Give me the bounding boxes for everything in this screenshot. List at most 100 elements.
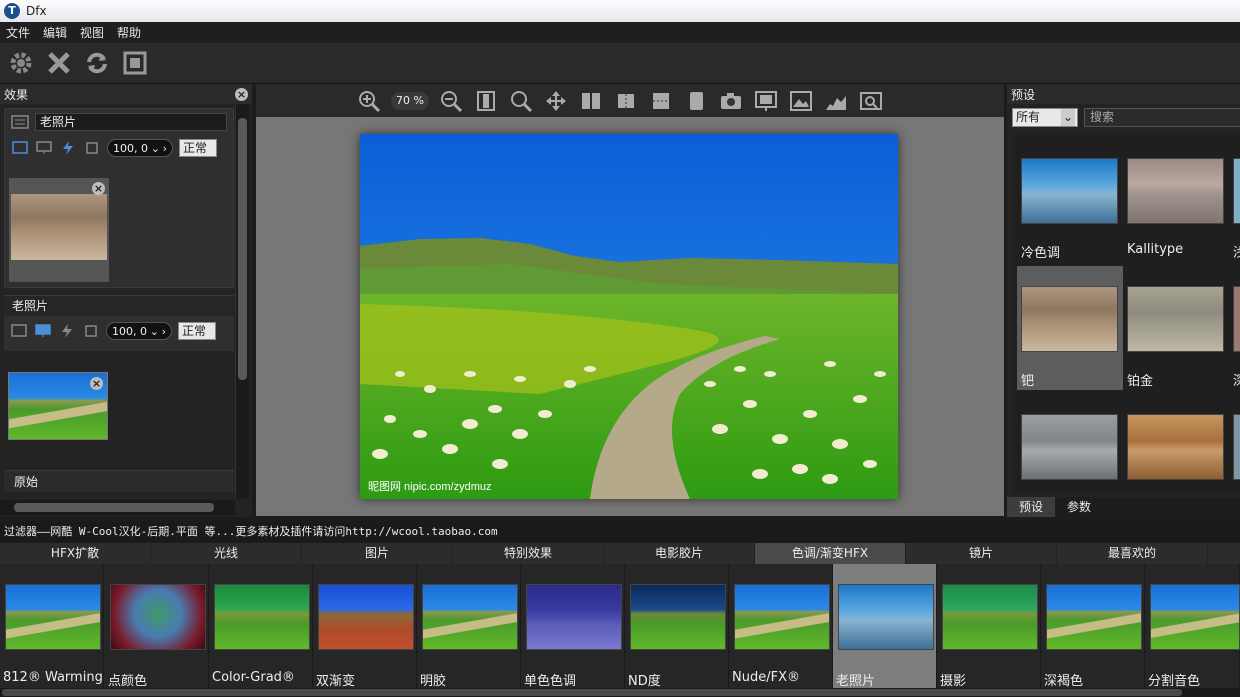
canvas-area[interactable]: 昵图网 nipic.com/zydmuz xyxy=(256,117,1004,516)
menu-view[interactable]: 视图 xyxy=(80,24,104,41)
preset-palladium[interactable]: 钯 xyxy=(1017,266,1123,390)
preview-monitor-icon[interactable] xyxy=(753,89,779,113)
remove-layer-icon[interactable]: × xyxy=(90,377,103,390)
filter-label: Nude/FX® xyxy=(732,670,800,685)
layer-1-name[interactable]: 老照片 xyxy=(35,113,227,131)
presets-panel-title: 预设 xyxy=(1011,87,1036,102)
lightning-icon[interactable] xyxy=(59,140,77,156)
preset-search-input[interactable]: 搜索 xyxy=(1084,108,1240,127)
preset-label: 铂金 xyxy=(1127,374,1154,389)
filter-label: 双渐变 xyxy=(316,674,356,689)
filter-old-photo[interactable]: 老照片 xyxy=(833,564,937,689)
filter-color-grad[interactable]: Color-Grad® xyxy=(209,564,313,688)
blend-mode-select[interactable]: 正常 xyxy=(178,322,216,340)
layer-2-thumbnail[interactable]: × xyxy=(8,372,108,440)
zoom-in-icon[interactable] xyxy=(356,89,382,113)
opacity-spinner[interactable]: 100, 0 ⌄ › xyxy=(106,322,172,340)
presets-panel: 预设 所有 ⌄ 搜索 冷色调 Kallitype 浅 钯 铂金 深 xyxy=(1007,84,1240,497)
zoom-level[interactable]: 70 % xyxy=(391,91,429,110)
delete-x-icon[interactable] xyxy=(44,48,74,78)
tab-favorites[interactable]: 最喜欢的 xyxy=(1057,543,1208,564)
opacity-spinner[interactable]: 100, 0 ⌄ › xyxy=(107,139,173,157)
preset-pale-2[interactable] xyxy=(1229,394,1240,494)
title-bar: T Dfx xyxy=(0,0,1240,22)
split-vertical-icon[interactable] xyxy=(613,89,639,113)
camera-icon[interactable] xyxy=(718,89,744,113)
app-logo-icon: T xyxy=(4,3,20,19)
filter-category-tabs: HFX扩散 光线 图片 特别效果 电影胶片 色调/渐变HFX 镜片 最喜欢的 xyxy=(0,543,1240,564)
filter-mono-tone[interactable]: 单色色调 xyxy=(521,564,625,689)
preset-gray[interactable] xyxy=(1017,394,1123,494)
filter-dual-gradient[interactable]: 双渐变 xyxy=(313,564,417,689)
menu-edit[interactable]: 编辑 xyxy=(43,24,67,41)
remove-layer-icon[interactable]: × xyxy=(92,182,105,195)
crop-icon[interactable] xyxy=(83,140,101,156)
tab-lens[interactable]: 镜片 xyxy=(906,543,1057,564)
preset-dark[interactable]: 深 xyxy=(1229,266,1240,390)
image-watermark: 昵图网 nipic.com/zydmuz xyxy=(368,480,491,493)
settings-gear-icon[interactable] xyxy=(6,48,36,78)
layer-1-thumbnail[interactable]: × xyxy=(9,178,109,282)
filter-warming[interactable]: 812® Warming xyxy=(0,564,104,688)
effects-hscrollbar[interactable] xyxy=(0,500,235,515)
preset-kallitype[interactable]: Kallitype xyxy=(1123,138,1229,262)
menu-help[interactable]: 帮助 xyxy=(117,24,141,41)
brush-mask-icon[interactable] xyxy=(11,140,29,156)
original-layer[interactable]: 原始 xyxy=(4,470,234,492)
zoom-out-icon[interactable] xyxy=(438,89,464,113)
pan-move-icon[interactable] xyxy=(543,89,569,113)
filter-sepia[interactable]: 深褐色 xyxy=(1041,564,1145,689)
tab-film[interactable]: 电影胶片 xyxy=(604,543,755,564)
status-text: 过滤器——网酷 W-Cool汉化-后期.平面 等...更多素材及插件请访问htt… xyxy=(0,522,1240,542)
split-horizontal-icon[interactable] xyxy=(648,89,674,113)
filter-gelatin[interactable]: 明胶 xyxy=(417,564,521,689)
blend-mode-select[interactable]: 正常 xyxy=(179,139,217,157)
tab-special-effects[interactable]: 特别效果 xyxy=(453,543,604,564)
preset-filter-value: 所有 xyxy=(1016,110,1041,124)
magnifier-icon[interactable] xyxy=(508,89,534,113)
refresh-icon[interactable] xyxy=(82,48,112,78)
filter-spot-color[interactable]: 点颜色 xyxy=(105,564,209,689)
monitor-icon[interactable] xyxy=(35,140,53,156)
tab-presets[interactable]: 预设 xyxy=(1007,497,1056,517)
filter-split-tone[interactable]: 分割音色 xyxy=(1145,564,1240,689)
filter-strip-scrollbar[interactable] xyxy=(0,688,1240,697)
filter-nude-fx[interactable]: Nude/FX® xyxy=(729,564,833,688)
preset-pale[interactable]: 浅 xyxy=(1229,138,1240,262)
menu-file[interactable]: 文件 xyxy=(6,24,30,41)
preset-search-placeholder: 搜索 xyxy=(1090,110,1115,124)
presets-tabs: 预设 参数 xyxy=(1007,497,1240,517)
layer-menu-icon[interactable] xyxy=(11,114,29,130)
preset-label: 深 xyxy=(1233,374,1240,389)
brush-mask-icon[interactable] xyxy=(10,323,28,339)
split-view-icon[interactable] xyxy=(578,89,604,113)
tab-hfx-diffusion[interactable]: HFX扩散 xyxy=(0,543,151,564)
histogram-icon[interactable] xyxy=(823,89,849,113)
lightning-icon[interactable] xyxy=(58,323,76,339)
preset-warm[interactable] xyxy=(1123,394,1229,494)
preset-cool[interactable]: 冷色调 xyxy=(1017,138,1123,262)
tab-image[interactable]: 图片 xyxy=(302,543,453,564)
crop-icon[interactable] xyxy=(82,323,100,339)
filter-nd-grad[interactable]: ND度 xyxy=(625,564,729,689)
fit-screen-icon[interactable] xyxy=(120,48,150,78)
chevron-right-icon: › xyxy=(161,324,166,338)
opacity-value: 100, 0 xyxy=(113,141,148,155)
single-view-icon[interactable] xyxy=(683,89,709,113)
layer-2-name[interactable]: 老照片 xyxy=(4,296,234,316)
loupe-icon[interactable] xyxy=(858,89,884,113)
tab-light[interactable]: 光线 xyxy=(151,543,302,564)
opacity-value: 100, 0 xyxy=(112,324,147,338)
effects-scrollbar[interactable] xyxy=(235,104,249,499)
preset-label: Kallitype xyxy=(1127,242,1184,257)
fit-width-icon[interactable] xyxy=(473,89,499,113)
preset-platinum[interactable]: 铂金 xyxy=(1123,266,1229,390)
tab-tone-gradient[interactable]: 色调/渐变HFX xyxy=(755,543,906,564)
image-compare-icon[interactable] xyxy=(788,89,814,113)
preview-image[interactable]: 昵图网 nipic.com/zydmuz xyxy=(360,134,898,499)
tab-parameters[interactable]: 参数 xyxy=(1055,497,1103,517)
monitor-icon[interactable] xyxy=(34,323,52,339)
preset-filter-select[interactable]: 所有 ⌄ xyxy=(1012,108,1078,127)
close-panel-icon[interactable]: × xyxy=(235,87,248,101)
filter-photography[interactable]: 摄影 xyxy=(937,564,1041,689)
